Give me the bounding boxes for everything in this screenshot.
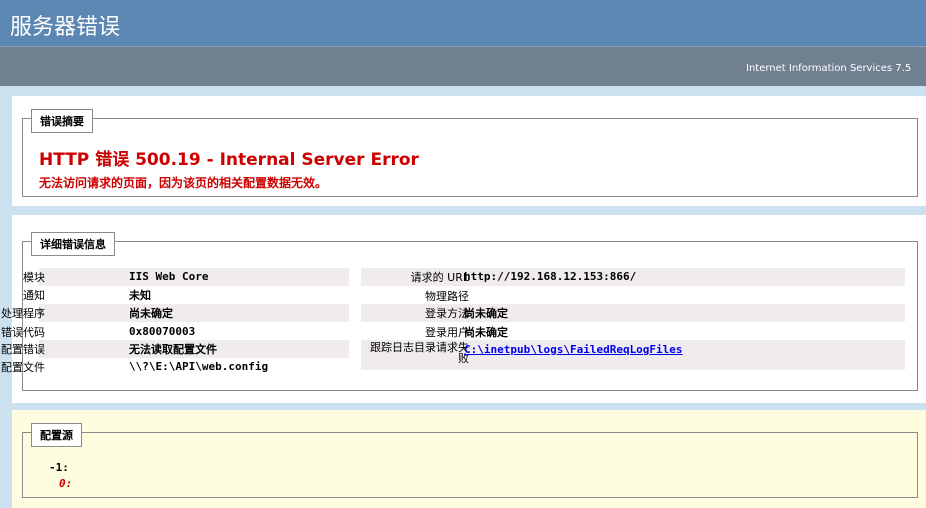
detail-label: 登录用户 (425, 326, 469, 339)
detail-value: \\?\E:\API\web.config (129, 360, 269, 373)
detailed-error-legend: 详细错误信息 (31, 232, 115, 256)
detail-label: 配置错误 (1, 343, 45, 356)
trace-label-main: 跟踪日志目录 (370, 341, 436, 354)
error-summary-legend: 错误摘要 (31, 109, 93, 133)
source-line-highlight: 0: (59, 477, 73, 490)
detail-row-notification: 通知 未知 (23, 286, 349, 304)
error-summary-frame: 错误摘要 HTTP 错误 500.19 - Internal Server Er… (22, 109, 918, 197)
detail-label: 物理路径 (425, 290, 469, 303)
error-title: HTTP 错误 500.19 - Internal Server Error (39, 150, 419, 170)
config-source-legend: 配置源 (31, 423, 82, 447)
detail-label: 请求的 URL (410, 271, 469, 284)
detail-value: 0x80070003 (129, 325, 196, 338)
detail-row-handler: 处理程序 尚未确定 (1, 304, 349, 322)
detail-label: 配置文件 (1, 361, 45, 374)
detail-label: 登录方法 (425, 307, 469, 320)
detail-value: http://192.168.12.153:866/ (464, 270, 637, 283)
detail-label: 模块 (23, 271, 45, 284)
detail-label: 错误代码 (1, 326, 45, 339)
detail-row-trace-dir: 跟踪日志目录请求失 败 C:\inetpub\logs\FailedReqLog… (361, 340, 905, 370)
detail-label: 通知 (23, 289, 45, 302)
detail-value: 无法读取配置文件 (129, 343, 217, 356)
detail-value: 未知 (129, 289, 151, 302)
detailed-error-panel: 详细错误信息 模块 IIS Web Core 通知 未知 处理程序 尚未确定 错… (1, 215, 926, 403)
detail-value: 尚未确定 (129, 307, 173, 320)
detail-row-config-error: 配置错误 无法读取配置文件 (1, 340, 349, 358)
detailed-error-frame: 详细错误信息 模块 IIS Web Core 通知 未知 处理程序 尚未确定 错… (1, 232, 918, 391)
detail-value: IIS Web Core (129, 270, 209, 283)
trace-log-link[interactable]: C:\inetpub\logs\FailedReqLogFiles (464, 343, 683, 356)
detail-value: 尚未确定 (464, 307, 508, 320)
detail-label: 处理程序 (1, 307, 45, 320)
detail-row-module: 模块 IIS Web Core (23, 268, 349, 286)
detail-row-physical-path: 物理路径 (361, 286, 905, 304)
source-line: -1: (49, 461, 69, 474)
detail-row-error-code: 错误代码 0x80070003 (1, 322, 349, 340)
detail-row-config-file: 配置文件 \\?\E:\API\web.config (1, 358, 349, 376)
error-description: 无法访问请求的页面，因为该页的相关配置数据无效。 (39, 176, 328, 190)
detail-row-logon-method: 登录方法 尚未确定 (361, 304, 905, 322)
page-header: 服务器错误 (0, 0, 926, 46)
server-name: Internet Information Services 7.5 (746, 63, 912, 74)
config-source-frame: 配置源 -1: 0: (22, 423, 918, 498)
server-banner: Internet Information Services 7.5 (0, 46, 926, 86)
detail-row-requested-url: 请求的 URL http://192.168.12.153:866/ (361, 268, 905, 286)
detail-label: 跟踪日志目录请求失 败 (370, 342, 469, 364)
error-summary-panel: 错误摘要 HTTP 错误 500.19 - Internal Server Er… (12, 96, 926, 206)
detail-row-logon-user: 登录用户 尚未确定 (361, 322, 905, 340)
page-title: 服务器错误 (10, 15, 121, 40)
detail-value: 尚未确定 (464, 326, 508, 339)
config-source-panel: 配置源 -1: 0: (12, 410, 926, 508)
